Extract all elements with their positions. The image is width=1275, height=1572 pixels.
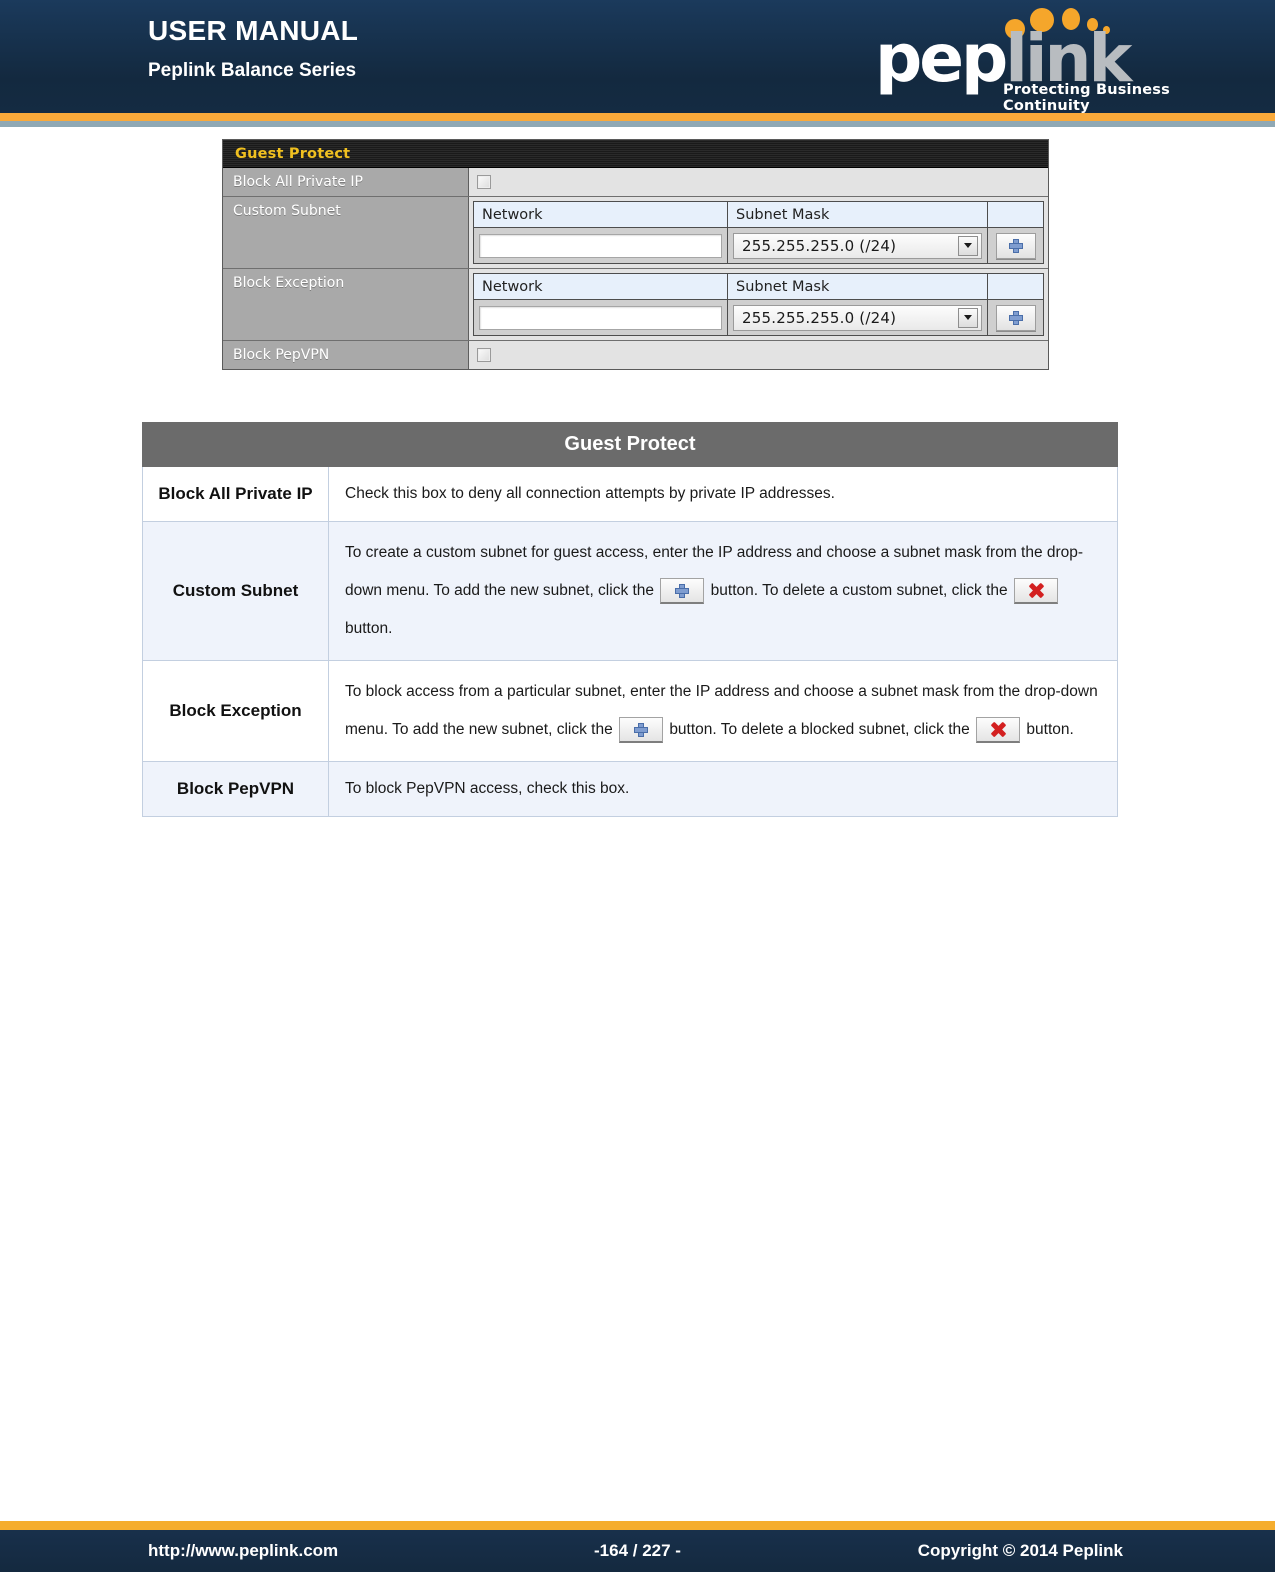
x-icon (1029, 583, 1044, 598)
desc-key-block-exception: Block Exception (142, 660, 329, 762)
block-exception-mask-select[interactable]: 255.255.255.0 (/24) (733, 304, 982, 331)
table-row: Block Exception To block access from a p… (142, 660, 1118, 762)
custom-subnet-col-network: Network (473, 201, 728, 228)
chevron-down-icon[interactable] (958, 235, 978, 256)
guest-protect-description-table: Guest Protect Block All Private IP Check… (142, 422, 1118, 817)
custom-subnet-col-actions (987, 201, 1044, 228)
add-button-icon (660, 577, 705, 604)
block-exception-network-input[interactable] (479, 305, 722, 330)
desc-custom-subnet-seg2: button. To delete a custom subnet, click… (710, 582, 1008, 599)
desc-key-custom-subnet: Custom Subnet (142, 521, 329, 661)
custom-subnet-mask-cell: 255.255.255.0 (/24) (727, 227, 988, 264)
desc-val-block-all-private-ip: Check this box to deny all connection at… (328, 466, 1118, 522)
desc-block-exception-seg2: button. To delete a blocked subnet, clic… (669, 721, 970, 738)
desc-val-custom-subnet: To create a custom subnet for guest acce… (328, 521, 1118, 661)
block-exception-col-actions (987, 273, 1044, 300)
screenshot-field-block-pepvpn (469, 341, 1048, 369)
block-exception-add-button[interactable] (995, 304, 1036, 331)
logo-tagline: Protecting Business Continuity (1003, 82, 1170, 113)
custom-subnet-table: Network Subnet Mask 255.255.255.0 (/24) (473, 201, 1044, 264)
screenshot-field-custom-subnet: Network Subnet Mask 255.255.255.0 (/24) (469, 197, 1048, 268)
plus-icon (1008, 238, 1023, 253)
description-table-header-row: Guest Protect (142, 422, 1118, 467)
page-subtitle: Peplink Balance Series (148, 60, 357, 81)
screenshot-label-block-exception: Block Exception (223, 269, 469, 340)
screenshot-label-block-pepvpn: Block PepVPN (223, 341, 469, 369)
block-exception-mask-cell: 255.255.255.0 (/24) (727, 299, 988, 336)
desc-val-block-exception: To block access from a particular subnet… (328, 660, 1118, 762)
custom-subnet-mask-value: 255.255.255.0 (/24) (742, 236, 897, 255)
page-footer: http://www.peplink.com -164 / 227 - Copy… (0, 1530, 1275, 1572)
desc-key-block-pepvpn: Block PepVPN (142, 761, 329, 817)
delete-button-icon (976, 716, 1021, 743)
screenshot-row-block-exception: Block Exception Network Subnet Mask 255.… (223, 269, 1048, 341)
chevron-down-icon[interactable] (958, 307, 978, 328)
screenshot-field-block-all-private-ip (469, 168, 1048, 196)
screenshot-row-block-pepvpn: Block PepVPN (223, 341, 1048, 369)
x-icon (991, 722, 1006, 737)
screenshot-title: Guest Protect (235, 145, 351, 162)
header-orange-rule (0, 113, 1275, 121)
custom-subnet-input-row: 255.255.255.0 (/24) (473, 227, 1044, 264)
desc-custom-subnet-seg3: button. (345, 620, 393, 637)
block-pepvpn-checkbox[interactable] (477, 348, 491, 362)
block-exception-col-subnet-mask: Subnet Mask (727, 273, 988, 300)
custom-subnet-mask-select[interactable]: 255.255.255.0 (/24) (733, 232, 982, 259)
custom-subnet-network-cell (473, 227, 728, 264)
block-exception-action-cell (987, 299, 1044, 336)
screenshot-label-block-all-private-ip: Block All Private IP (223, 168, 469, 196)
header-title-block: USER MANUAL Peplink Balance Series (148, 14, 358, 86)
add-button-icon (619, 716, 663, 743)
page-title: USER MANUAL (148, 15, 359, 46)
block-exception-table: Network Subnet Mask 255.255.255.0 (/24) (473, 273, 1044, 336)
screenshot-row-custom-subnet: Custom Subnet Network Subnet Mask 255.25… (223, 197, 1048, 269)
block-all-private-ip-checkbox[interactable] (477, 175, 491, 189)
peplink-logo: peplink Protecting Business Continuity (875, 4, 1205, 113)
block-exception-network-cell (473, 299, 728, 336)
delete-button-icon (1013, 577, 1058, 604)
custom-subnet-header-row: Network Subnet Mask (473, 201, 1044, 228)
guest-protect-screenshot: Guest Protect Block All Private IP Custo… (222, 139, 1049, 370)
desc-key-block-all-private-ip: Block All Private IP (142, 466, 329, 522)
block-exception-mask-value: 255.255.255.0 (/24) (742, 308, 897, 327)
header-blue-rule (0, 121, 1275, 127)
footer-orange-rule (0, 1521, 1275, 1530)
screenshot-row-block-all-private-ip: Block All Private IP (223, 168, 1048, 197)
screenshot-label-custom-subnet: Custom Subnet (223, 197, 469, 268)
table-row: Block PepVPN To block PepVPN access, che… (142, 761, 1118, 817)
plus-icon (634, 722, 648, 737)
plus-icon (1008, 310, 1023, 325)
custom-subnet-network-input[interactable] (479, 233, 722, 258)
block-exception-input-row: 255.255.255.0 (/24) (473, 299, 1044, 336)
block-exception-col-network: Network (473, 273, 728, 300)
screenshot-titlebar: Guest Protect (223, 140, 1048, 168)
plus-icon (675, 583, 690, 598)
block-exception-header-row: Network Subnet Mask (473, 273, 1044, 300)
custom-subnet-action-cell (987, 227, 1044, 264)
desc-block-exception-seg3: button. (1026, 721, 1074, 738)
description-table-title: Guest Protect (142, 422, 1118, 467)
custom-subnet-add-button[interactable] (995, 232, 1036, 259)
screenshot-field-block-exception: Network Subnet Mask 255.255.255.0 (/24) (469, 269, 1048, 340)
page-header: USER MANUAL Peplink Balance Series pepli… (0, 0, 1275, 113)
custom-subnet-col-subnet-mask: Subnet Mask (727, 201, 988, 228)
desc-val-block-pepvpn: To block PepVPN access, check this box. (328, 761, 1118, 817)
table-row: Block All Private IP Check this box to d… (142, 466, 1118, 522)
footer-copyright: Copyright © 2014 Peplink (917, 1541, 1123, 1560)
logo-word-primary: pep (875, 20, 1008, 97)
table-row: Custom Subnet To create a custom subnet … (142, 521, 1118, 661)
